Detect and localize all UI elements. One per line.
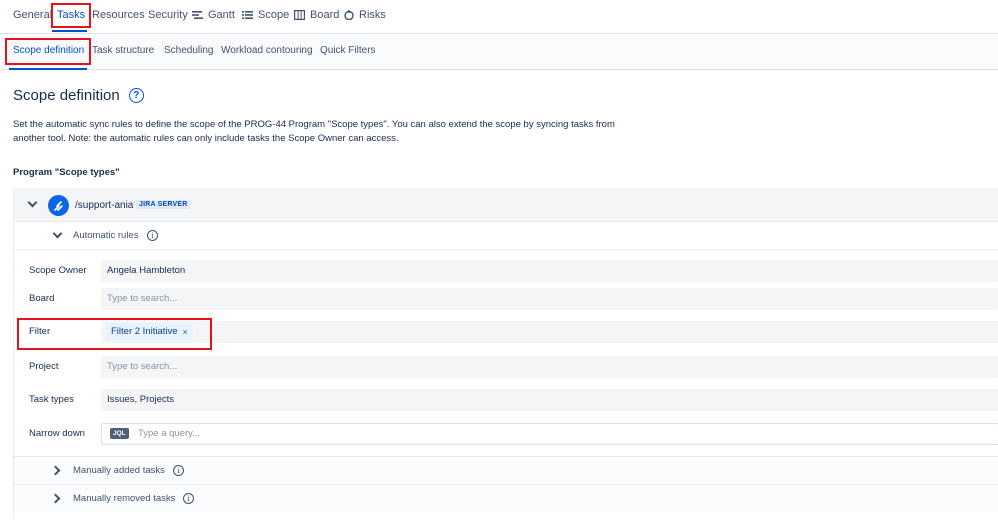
- gantt-icon: [192, 11, 203, 19]
- info-icon[interactable]: i: [147, 230, 158, 241]
- tab-workload-contouring[interactable]: Workload contouring: [221, 45, 313, 56]
- sub-navigation: Scope definition Task structure Scheduli…: [0, 34, 998, 70]
- jql-query-input[interactable]: [101, 423, 998, 445]
- scope-owner-field[interactable]: Angela Hambleton: [101, 260, 998, 282]
- active-tab-indicator: [52, 30, 87, 32]
- scope-owner-row: Scope Owner Angela Hambleton: [14, 260, 998, 282]
- manually-added-label: Manually added tasks: [73, 465, 165, 476]
- page-description: Set the automatic sync rules to define t…: [13, 119, 615, 144]
- tab-general[interactable]: General: [13, 9, 52, 21]
- tab-label: Resources: [92, 9, 145, 21]
- tab-risks[interactable]: Risks: [344, 9, 386, 21]
- filter-tag-label: Filter 2 Initiative: [111, 326, 178, 337]
- list-icon: [242, 11, 253, 19]
- tab-security[interactable]: Security: [148, 9, 188, 21]
- automatic-rules-label: Automatic rules: [73, 230, 139, 241]
- task-types-field[interactable]: Issues, Projects: [101, 389, 998, 411]
- scope-owner-label: Scope Owner: [29, 265, 87, 276]
- narrow-down-label: Narrow down: [29, 428, 85, 439]
- filter-field[interactable]: [101, 321, 998, 343]
- filter-tag: Filter 2 Initiative ×: [106, 323, 193, 340]
- source-type-badge: JIRA SERVER: [136, 200, 191, 209]
- task-types-label: Task types: [29, 394, 74, 405]
- tab-task-structure[interactable]: Task structure: [92, 45, 154, 56]
- source-name: /support-ania: [75, 200, 134, 211]
- tab-scope-definition[interactable]: Scope definition: [13, 45, 84, 56]
- active-subtab-indicator: [9, 68, 87, 70]
- tab-label: Scope: [258, 9, 290, 21]
- tab-label: Risks: [359, 9, 386, 21]
- project-label: Project: [29, 361, 59, 372]
- tab-label: Board: [310, 9, 340, 21]
- tab-quick-filters[interactable]: Quick Filters: [320, 45, 376, 56]
- tab-label: Security: [148, 9, 188, 21]
- source-header[interactable]: /support-ania JIRA SERVER: [14, 188, 998, 222]
- board-search-input[interactable]: Type to search...: [101, 288, 998, 310]
- jql-badge: JQL: [110, 428, 129, 439]
- automatic-rules-header[interactable]: Automatic rules i: [14, 222, 998, 250]
- board-row: Board Type to search...: [14, 288, 998, 310]
- chevron-right-icon[interactable]: [50, 465, 61, 476]
- project-search-input[interactable]: Type to search...: [101, 356, 998, 378]
- jql-placeholder: Type a query...: [138, 428, 201, 439]
- tab-resources[interactable]: Resources: [92, 9, 145, 21]
- tab-tasks[interactable]: Tasks: [57, 9, 85, 21]
- tab-scheduling[interactable]: Scheduling: [164, 45, 213, 56]
- manually-removed-label: Manually removed tasks: [73, 493, 176, 504]
- task-types-row: Task types Issues, Projects: [14, 389, 998, 411]
- info-icon[interactable]: i: [173, 465, 184, 476]
- filter-row: Filter Filter 2 Initiative ×: [14, 321, 998, 343]
- board-label: Board: [29, 293, 55, 304]
- chevron-down-icon[interactable]: [27, 197, 38, 208]
- jira-logo-icon: [48, 195, 69, 216]
- risk-icon: [344, 10, 354, 20]
- filter-label: Filter: [29, 326, 51, 337]
- tab-label: General: [13, 9, 53, 21]
- remove-tag-icon[interactable]: ×: [183, 327, 188, 337]
- tab-scope[interactable]: Scope: [242, 9, 289, 21]
- scope-source-panel: /support-ania JIRA SERVER Automatic rule…: [13, 188, 998, 518]
- project-row: Project Type to search...: [14, 356, 998, 378]
- tab-gantt[interactable]: Gantt: [192, 9, 235, 21]
- page-title-row: Scope definition ?: [13, 87, 144, 104]
- section-title: Program "Scope types": [13, 167, 120, 178]
- tab-label: Gantt: [208, 9, 235, 21]
- tab-board[interactable]: Board: [294, 9, 339, 21]
- help-icon[interactable]: ?: [128, 88, 144, 103]
- chevron-right-icon[interactable]: [50, 493, 61, 504]
- manually-added-section[interactable]: Manually added tasks i: [14, 456, 998, 484]
- page-title: Scope definition: [13, 87, 120, 104]
- info-icon[interactable]: i: [183, 493, 194, 504]
- board-icon: [294, 10, 305, 20]
- tab-label: Tasks: [57, 9, 86, 21]
- manually-removed-section[interactable]: Manually removed tasks i: [14, 484, 998, 512]
- top-navigation: General Tasks Resources Security Gantt S…: [0, 0, 998, 34]
- chevron-down-icon[interactable]: [52, 228, 63, 239]
- narrow-down-row: Narrow down JQL Type a query...: [14, 423, 998, 445]
